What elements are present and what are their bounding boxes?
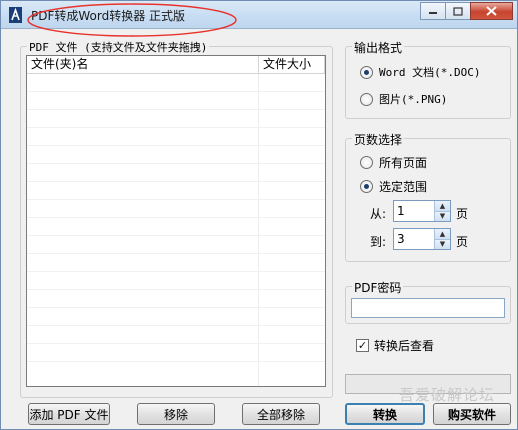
app-window: PDF转成Word转换器 正式版 PDF 文件 (支持文件及文件夹拖拽) 文件(…: [0, 0, 518, 430]
spinner-arrows: ▲ ▼: [434, 229, 450, 249]
convert-then-view-label: 转换后查看: [374, 339, 435, 353]
close-button[interactable]: [470, 2, 513, 20]
row-divider: [27, 163, 325, 164]
row-divider: [27, 217, 325, 218]
output-format-group: 输出格式: [345, 39, 511, 119]
row-divider: [27, 109, 325, 110]
from-page-unit: 页: [456, 207, 469, 221]
output-format-legend: 输出格式: [352, 39, 405, 56]
file-list-header: 文件(夹)名 文件大小: [27, 56, 325, 74]
pdf-app-icon: [9, 7, 22, 23]
maximize-button[interactable]: [445, 2, 471, 20]
radio-all-pages-label: 所有页面: [379, 156, 428, 170]
column-divider: [258, 74, 259, 386]
column-header-filesize[interactable]: 文件大小: [259, 56, 325, 74]
row-divider: [27, 253, 325, 254]
row-divider: [27, 343, 325, 344]
buy-software-button[interactable]: 购买软件: [433, 403, 511, 425]
radio-all-pages[interactable]: 所有页面: [360, 154, 427, 171]
checkbox-checked-icon: ✓: [356, 339, 369, 352]
row-divider: [27, 235, 325, 236]
minimize-icon: [429, 12, 437, 14]
spinner-up-icon[interactable]: ▲: [435, 201, 450, 212]
radio-image-png[interactable]: 图片(*.PNG): [360, 91, 447, 107]
convert-then-view-checkbox[interactable]: ✓ 转换后查看: [356, 337, 434, 354]
row-divider: [27, 127, 325, 128]
row-divider: [27, 325, 325, 326]
radio-unselected-icon: [360, 92, 373, 106]
remove-all-button[interactable]: 全部移除: [242, 403, 320, 425]
from-page-spinner[interactable]: 1 ▲ ▼: [393, 200, 451, 222]
radio-word-doc[interactable]: Word 文档(*.DOC): [360, 64, 480, 80]
add-pdf-button[interactable]: 添加 PDF 文件: [28, 403, 110, 425]
row-divider: [27, 145, 325, 146]
from-page-value[interactable]: 1: [394, 201, 434, 221]
close-icon: [486, 6, 497, 16]
row-divider: [27, 307, 325, 308]
spinner-down-icon[interactable]: ▼: [435, 211, 450, 221]
spinner-up-icon[interactable]: ▲: [435, 229, 450, 240]
row-divider: [27, 199, 325, 200]
radio-word-doc-label: Word 文档(*.DOC): [379, 66, 481, 79]
to-page-unit: 页: [456, 235, 469, 249]
remove-button[interactable]: 移除: [137, 403, 215, 425]
title-bar[interactable]: PDF转成Word转换器 正式版: [1, 1, 517, 37]
minimize-button[interactable]: [420, 2, 446, 20]
radio-unselected-icon: [360, 156, 373, 169]
page-selection-legend: 页数选择: [352, 131, 405, 148]
spinner-down-icon[interactable]: ▼: [435, 239, 450, 249]
annotation-ellipse: [27, 3, 237, 37]
row-divider: [27, 91, 325, 92]
radio-selected-icon: [360, 65, 373, 79]
column-header-filename[interactable]: 文件(夹)名: [27, 56, 259, 74]
pdf-password-legend: PDF密码: [352, 279, 404, 296]
file-list[interactable]: 文件(夹)名 文件大小: [26, 55, 326, 387]
maximize-icon: [453, 6, 463, 16]
radio-selected-range-label: 选定范围: [379, 180, 428, 194]
spinner-arrows: ▲ ▼: [434, 201, 450, 221]
row-divider: [27, 271, 325, 272]
watermark-text: 吾爱破解论坛: [399, 386, 496, 404]
radio-image-png-label: 图片(*.PNG): [379, 93, 448, 106]
radio-selected-icon: [360, 180, 373, 193]
convert-button[interactable]: 转换: [345, 403, 425, 425]
radio-selected-range[interactable]: 选定范围: [360, 178, 427, 195]
pdf-file-group-legend: PDF 文件 (支持文件及文件夹拖拽): [27, 39, 210, 55]
to-page-spinner[interactable]: 3 ▲ ▼: [393, 228, 451, 250]
row-divider: [27, 361, 325, 362]
to-page-value[interactable]: 3: [394, 229, 434, 249]
row-divider: [27, 181, 325, 182]
row-divider: [27, 289, 325, 290]
window-controls: [420, 2, 513, 20]
to-label: 到:: [370, 235, 387, 249]
file-list-body[interactable]: [27, 74, 325, 386]
pdf-password-input[interactable]: [351, 298, 505, 318]
from-label: 从:: [370, 207, 387, 221]
